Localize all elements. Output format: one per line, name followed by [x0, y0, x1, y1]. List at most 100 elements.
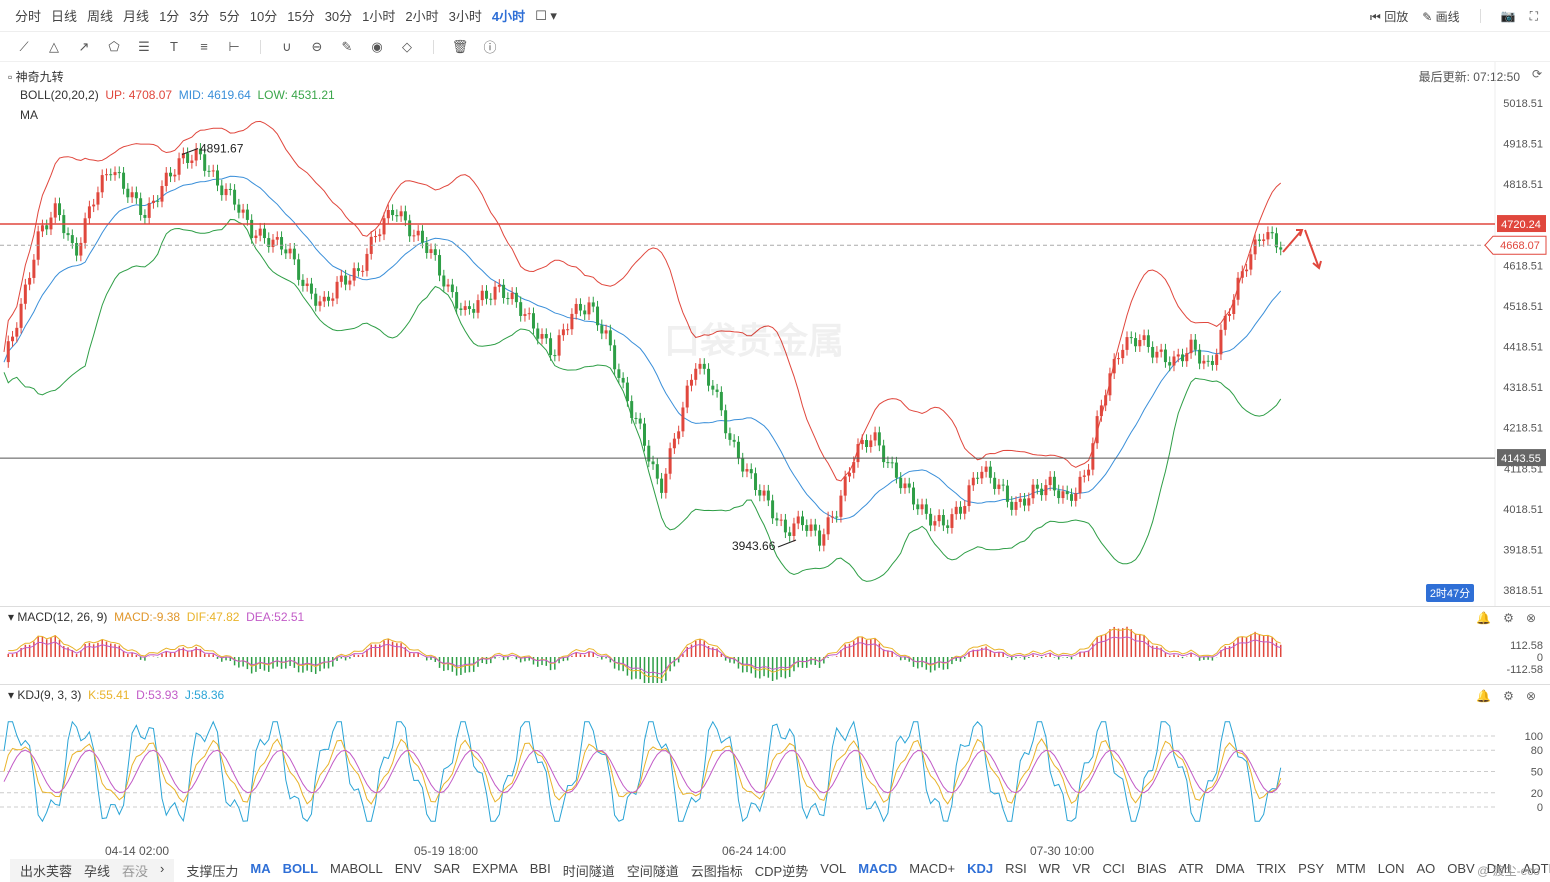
eraser-icon[interactable]: ◇: [397, 37, 417, 57]
indicator-14[interactable]: MACD+: [903, 861, 961, 880]
indicator-24[interactable]: PSY: [1292, 861, 1330, 880]
draw-button[interactable]: ✎ 画线: [1422, 8, 1459, 25]
period-tab-1[interactable]: 日线: [46, 6, 82, 25]
candle-body: [997, 484, 1001, 489]
indicator-5[interactable]: SAR: [428, 861, 467, 880]
indicator-list: 支撑压力 MA BOLL MABOLL ENV SAR EXPMA BBI 时间隧道 空间隧道 云图…: [180, 861, 1550, 880]
period-tab-8[interactable]: 15分: [282, 6, 319, 25]
candle-body: [194, 148, 198, 161]
period-tab-0[interactable]: 分时: [10, 6, 46, 25]
candle-body: [689, 379, 693, 386]
fib-tool-icon[interactable]: ☰: [134, 37, 154, 57]
candle-body: [707, 368, 711, 386]
indicator-10[interactable]: 云图指标: [685, 861, 749, 880]
indicator-19[interactable]: CCI: [1097, 861, 1131, 880]
kdj-pane[interactable]: ▾ KDJ(9, 3, 3) K:55.41 D:53.93 J:58.36 🔔…: [0, 685, 1550, 835]
info-icon[interactable]: ⓘ: [480, 37, 500, 57]
candle-body: [233, 189, 237, 205]
period-tab-3[interactable]: 月线: [118, 6, 154, 25]
candle-body: [634, 417, 638, 419]
candle-body: [732, 439, 736, 442]
candle-body: [1091, 443, 1095, 470]
candle-body: [318, 301, 322, 306]
candle-body: [58, 203, 62, 216]
candle-body: [527, 313, 531, 315]
range-tool-icon[interactable]: ⊢: [224, 37, 244, 57]
indicator-4[interactable]: ENV: [389, 861, 428, 880]
kdj-svg: 100 80 50 20 0: [0, 720, 1543, 823]
trash-icon[interactable]: 🗑: [450, 37, 470, 57]
candle-body: [882, 445, 886, 463]
text-tool-icon[interactable]: T: [164, 37, 184, 57]
indicator-27[interactable]: AO: [1410, 861, 1441, 880]
pattern-item[interactable]: 出水芙蓉: [14, 861, 78, 880]
indicator-3[interactable]: MABOLL: [324, 861, 389, 880]
pattern-item[interactable]: 孕线: [78, 861, 116, 880]
candle-body: [211, 170, 215, 172]
high-marker: 4891.67: [200, 141, 244, 155]
macd-pane[interactable]: ▾ MACD(12, 26, 9) MACD:-9.38 DIF:47.82 D…: [0, 607, 1550, 683]
candle-body: [724, 410, 728, 434]
pattern-item[interactable]: 吞没: [116, 861, 154, 880]
period-tab-7[interactable]: 10分: [245, 6, 282, 25]
indicator-28[interactable]: OBV: [1441, 861, 1480, 880]
candle-body: [331, 298, 335, 301]
indicator-25[interactable]: MTM: [1330, 861, 1372, 880]
indicator-13[interactable]: MACD: [852, 861, 903, 880]
candle-body: [1227, 314, 1231, 316]
indicator-17[interactable]: WR: [1033, 861, 1067, 880]
indicator-22[interactable]: DMA: [1210, 861, 1251, 880]
candle-body: [647, 445, 651, 462]
indicator-1[interactable]: MA: [244, 861, 276, 880]
arrow-tool-icon[interactable]: ↗: [74, 37, 94, 57]
polygon-tool-icon[interactable]: ⬠: [104, 37, 124, 57]
line-tool-icon[interactable]: ⟋: [14, 37, 34, 57]
period-tab-2[interactable]: 周线: [82, 6, 118, 25]
candle-body: [1129, 337, 1133, 339]
period-tab-6[interactable]: 5分: [215, 6, 245, 25]
indicator-6[interactable]: EXPMA: [466, 861, 524, 880]
period-tab-5[interactable]: 3分: [184, 6, 214, 25]
candle-body: [250, 219, 254, 239]
indicator-26[interactable]: LON: [1372, 861, 1411, 880]
indicator-8[interactable]: 时间隧道: [557, 861, 621, 880]
indicator-0[interactable]: 支撑压力: [180, 861, 244, 880]
indicator-11[interactable]: CDP逆势: [749, 861, 814, 880]
candle-body: [502, 284, 506, 298]
period-tab-9[interactable]: 30分: [320, 6, 357, 25]
replay-button[interactable]: ⏮ 回放: [1370, 8, 1408, 25]
sync-icon[interactable]: ⊖: [307, 37, 327, 57]
channel-tool-icon[interactable]: ≡: [194, 37, 214, 57]
period-tab-12[interactable]: 3小时: [444, 6, 487, 25]
candle-body: [899, 477, 903, 489]
indicator-18[interactable]: VR: [1066, 861, 1096, 880]
indicator-20[interactable]: BIAS: [1131, 861, 1173, 880]
candle-body: [660, 478, 664, 493]
triangle-tool-icon[interactable]: △: [44, 37, 64, 57]
camera-icon[interactable]: 📷: [1501, 9, 1516, 23]
indicator-23[interactable]: TRIX: [1250, 861, 1292, 880]
candle-body: [284, 249, 288, 254]
fullscreen-icon[interactable]: ⛶: [1530, 9, 1538, 24]
indicator-12[interactable]: VOL: [814, 861, 852, 880]
indicator-16[interactable]: RSI: [999, 861, 1033, 880]
indicator-2[interactable]: BOLL: [277, 861, 324, 880]
eye-icon[interactable]: ◉: [367, 37, 387, 57]
period-tab-11[interactable]: 2小时: [400, 6, 443, 25]
indicator-15[interactable]: KDJ: [961, 861, 999, 880]
indicator-7[interactable]: BBI: [524, 861, 557, 880]
chevron-right-icon[interactable]: ›: [154, 861, 170, 880]
indicator-9[interactable]: 空间隧道: [621, 861, 685, 880]
main-chart[interactable]: ▫ 神奇九转 BOLL(20,20,2) UP: 4708.07 MID: 46…: [0, 62, 1550, 607]
candle-body: [553, 355, 557, 357]
candle-body: [412, 235, 416, 237]
candle-body: [1057, 490, 1061, 499]
edit-icon[interactable]: ✎: [337, 37, 357, 57]
chart-type-dropdown[interactable]: ☐ ▾: [530, 8, 562, 24]
period-tab-4[interactable]: 1分: [154, 6, 184, 25]
candle-body: [1018, 498, 1022, 502]
magnet-icon[interactable]: ∪: [277, 37, 297, 57]
indicator-21[interactable]: ATR: [1173, 861, 1210, 880]
period-tab-10[interactable]: 1小时: [357, 6, 400, 25]
period-tab-13[interactable]: 4小时: [487, 6, 530, 25]
